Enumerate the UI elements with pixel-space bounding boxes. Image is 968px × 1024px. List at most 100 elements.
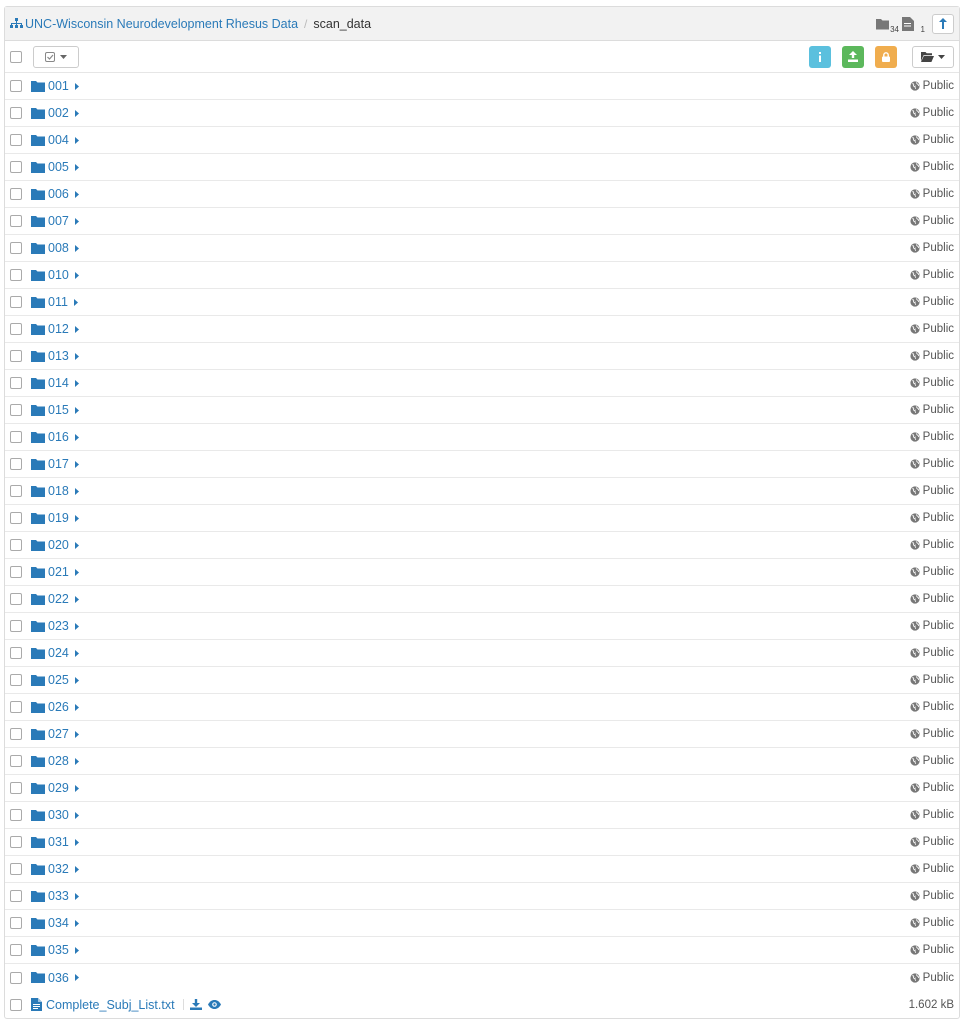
folder-name: 004 <box>48 133 69 147</box>
folder-link[interactable]: 005 <box>31 160 79 174</box>
folder-link[interactable]: 019 <box>31 511 79 525</box>
folder-link[interactable]: 013 <box>31 349 79 363</box>
folder-checkbox[interactable] <box>10 755 22 767</box>
breadcrumb-collection-link[interactable]: UNC-Wisconsin Neurodevelopment Rhesus Da… <box>10 17 298 31</box>
folder-row: 033 Public <box>5 883 959 910</box>
folder-checkbox[interactable] <box>10 890 22 902</box>
folder-link[interactable]: 036 <box>31 971 79 985</box>
folder-checkbox[interactable] <box>10 944 22 956</box>
visibility-label: Public <box>910 836 954 848</box>
caret-right-icon <box>74 811 79 819</box>
folder-checkbox[interactable] <box>10 620 22 632</box>
folder-link[interactable]: 030 <box>31 808 79 822</box>
folder-link[interactable]: 016 <box>31 430 79 444</box>
file-checkbox[interactable] <box>10 998 22 1011</box>
folder-checkbox[interactable] <box>10 188 22 200</box>
folder-checkbox[interactable] <box>10 593 22 605</box>
file-link[interactable]: Complete_Subj_List.txt <box>31 998 175 1012</box>
folder-link[interactable]: 022 <box>31 592 79 606</box>
folder-actions-dropdown[interactable] <box>912 45 954 68</box>
caret-right-icon <box>74 190 79 198</box>
folder-link[interactable]: 014 <box>31 376 79 390</box>
folder-checkbox[interactable] <box>10 674 22 686</box>
folder-link[interactable]: 023 <box>31 619 79 633</box>
visibility-label: Public <box>910 242 954 254</box>
folder-link[interactable]: 004 <box>31 133 79 147</box>
folder-checkbox[interactable] <box>10 431 22 443</box>
folder-link[interactable]: 028 <box>31 754 79 768</box>
folder-link[interactable]: 018 <box>31 484 79 498</box>
folder-checkbox[interactable] <box>10 269 22 281</box>
folder-row: 032 Public <box>5 856 959 883</box>
folder-link[interactable]: 026 <box>31 700 79 714</box>
folder-checkbox[interactable] <box>10 80 22 92</box>
folder-checkbox[interactable] <box>10 242 22 254</box>
folder-checkbox[interactable] <box>10 782 22 794</box>
visibility-label: Public <box>910 593 954 605</box>
folder-link[interactable]: 007 <box>31 214 79 228</box>
folder-checkbox[interactable] <box>10 377 22 389</box>
folder-link[interactable]: 029 <box>31 781 79 795</box>
folder-checkbox[interactable] <box>10 512 22 524</box>
folder-row: 030 Public <box>5 802 959 829</box>
upload-button[interactable] <box>842 45 864 68</box>
folder-link[interactable]: 017 <box>31 457 79 471</box>
folder-link[interactable]: 015 <box>31 403 79 417</box>
folder-link[interactable]: 035 <box>31 943 79 957</box>
folder-link[interactable]: 020 <box>31 538 79 552</box>
folder-link[interactable]: 033 <box>31 889 79 903</box>
folder-link[interactable]: 025 <box>31 673 79 687</box>
folder-link[interactable]: 002 <box>31 106 79 120</box>
parent-folder-button[interactable] <box>932 13 954 34</box>
folder-link[interactable]: 024 <box>31 646 79 660</box>
folder-link[interactable]: 031 <box>31 835 79 849</box>
caret-right-icon <box>74 946 79 954</box>
folder-link[interactable]: 008 <box>31 241 79 255</box>
folder-checkbox[interactable] <box>10 863 22 875</box>
folder-link[interactable]: 001 <box>31 79 79 93</box>
folder-checkbox[interactable] <box>10 647 22 659</box>
folder-checkbox[interactable] <box>10 539 22 551</box>
folder-icon <box>31 917 45 929</box>
select-all-checkbox[interactable] <box>10 50 22 63</box>
folder-checkbox[interactable] <box>10 701 22 713</box>
folder-row: 034 Public <box>5 910 959 937</box>
file-name: Complete_Subj_List.txt <box>46 997 175 1012</box>
access-control-button[interactable] <box>875 45 897 68</box>
folder-info-button[interactable] <box>809 45 831 68</box>
folder-checkbox[interactable] <box>10 971 22 984</box>
folder-checkbox[interactable] <box>10 458 22 470</box>
folder-checkbox[interactable] <box>10 917 22 929</box>
folder-checkbox[interactable] <box>10 350 22 362</box>
caret-right-icon <box>74 730 79 738</box>
folder-link[interactable]: 011 <box>31 295 78 309</box>
folder-link[interactable]: 032 <box>31 862 79 876</box>
folder-link[interactable]: 021 <box>31 565 79 579</box>
folder-link[interactable]: 006 <box>31 187 79 201</box>
folder-checkbox[interactable] <box>10 107 22 119</box>
folder-checkbox[interactable] <box>10 728 22 740</box>
folder-row: 013 Public <box>5 343 959 370</box>
folder-checkbox[interactable] <box>10 836 22 848</box>
download-icon[interactable] <box>189 999 202 1010</box>
folder-row: 004 Public <box>5 127 959 154</box>
eye-icon[interactable] <box>207 1000 221 1009</box>
folder-link[interactable]: 027 <box>31 727 79 741</box>
caret-right-icon <box>74 433 79 441</box>
visibility-label: Public <box>910 674 954 686</box>
checked-actions-dropdown[interactable] <box>33 45 79 68</box>
breadcrumb-current-folder: scan_data <box>313 16 372 31</box>
folder-icon <box>31 836 45 848</box>
folder-link[interactable]: 012 <box>31 322 79 336</box>
folder-checkbox[interactable] <box>10 161 22 173</box>
folder-checkbox[interactable] <box>10 485 22 497</box>
folder-checkbox[interactable] <box>10 296 22 308</box>
folder-checkbox[interactable] <box>10 404 22 416</box>
folder-link[interactable]: 034 <box>31 916 79 930</box>
folder-checkbox[interactable] <box>10 566 22 578</box>
folder-checkbox[interactable] <box>10 134 22 146</box>
folder-checkbox[interactable] <box>10 323 22 335</box>
folder-checkbox[interactable] <box>10 809 22 821</box>
folder-checkbox[interactable] <box>10 215 22 227</box>
folder-link[interactable]: 010 <box>31 268 79 282</box>
